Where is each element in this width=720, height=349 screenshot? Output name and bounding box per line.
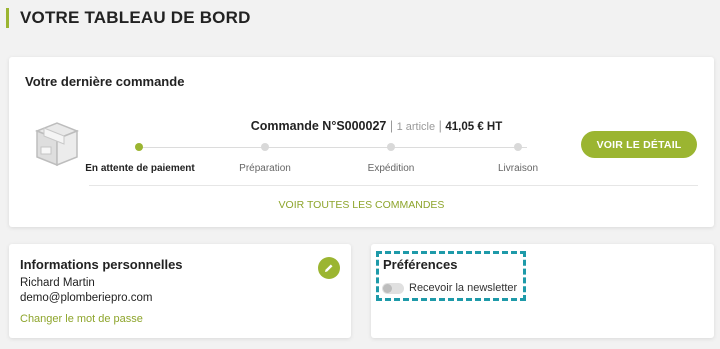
toggle-knob [383,284,392,293]
newsletter-label: Recevoir la newsletter [409,282,518,294]
step-dot-delivery [514,143,522,151]
view-detail-button[interactable]: VOIR LE DÉTAIL [581,131,697,158]
personal-info-card: Informations personnelles Richard Martin… [9,244,351,338]
order-article-count: 1 article [396,121,436,133]
preferences-card: Préférences Recevoir la newsletter [371,244,714,338]
step-dot-shipping [387,143,395,151]
last-order-heading: Votre dernière commande [25,74,185,89]
page-title: VOTRE TABLEAU DE BORD [20,8,251,27]
pencil-edit-icon [325,264,333,272]
edit-profile-button[interactable] [318,257,340,279]
user-name: Richard Martin [20,277,95,289]
step-dot-preparation [261,143,269,151]
personal-info-heading: Informations personnelles [20,257,183,272]
separator: | [389,119,394,133]
view-all-orders-link[interactable]: VOIR TOUTES LES COMMANDES [9,199,714,211]
order-price: 41,05 € HT [445,121,503,133]
step-dot-waiting-payment [135,143,143,151]
user-email: demo@plomberiepro.com [20,292,153,304]
step-label-preparation: Préparation [239,163,291,174]
step-label-shipping: Expédition [367,163,415,174]
step-label-waiting-payment: En attente de paiement [85,163,195,174]
order-number: Commande N°S000027 [250,119,387,133]
change-password-link[interactable]: Changer le mot de passe [20,313,143,325]
step-label-delivery: Livraison [497,163,539,174]
preferences-heading: Préférences [383,257,458,272]
last-order-card: Votre dernière commande Commande N°S0000… [9,57,714,227]
separator: | [438,119,442,133]
order-progress-track [139,147,527,148]
title-accent-bar [6,8,9,28]
divider [89,185,698,186]
newsletter-toggle[interactable] [382,283,404,294]
